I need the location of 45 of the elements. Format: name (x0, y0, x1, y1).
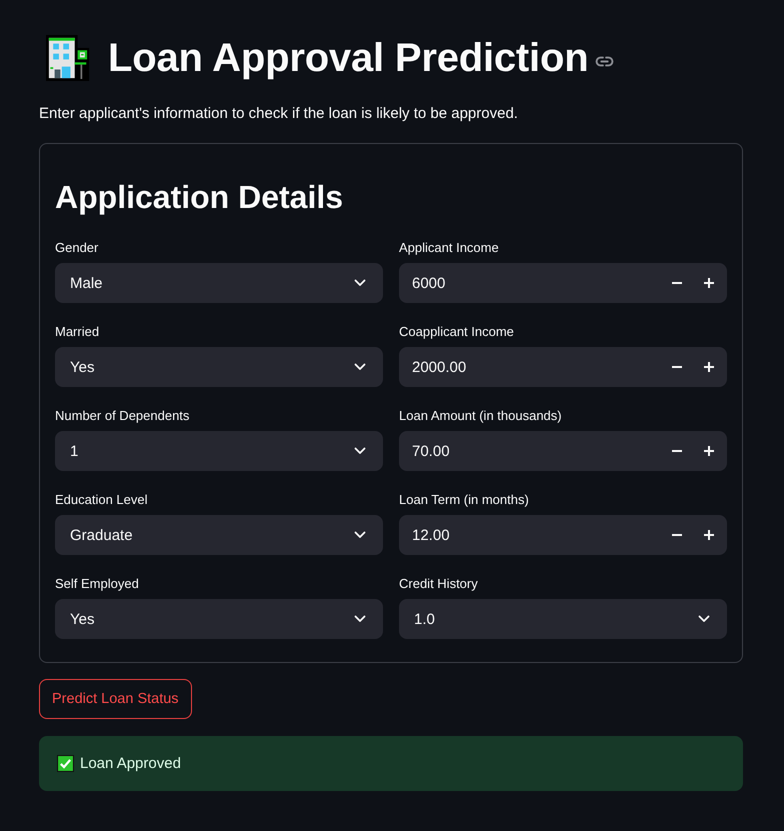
chevron-down-icon (354, 447, 366, 455)
select-dropdown[interactable]: Graduate (55, 515, 383, 555)
field-label: Number of Dependents (55, 407, 190, 424)
field-label: Credit History (399, 575, 479, 592)
chevron-down-icon (354, 531, 366, 539)
select-dropdown[interactable]: 1.0 (399, 599, 727, 639)
chevron-down-icon (354, 615, 366, 623)
select-dropdown[interactable]: Male (55, 263, 383, 303)
number-stepper[interactable]: 2000.00 (399, 347, 727, 387)
number-stepper[interactable]: 12.00 (399, 515, 727, 555)
office-building-icon (46, 35, 92, 81)
number-input[interactable]: 12.00 (412, 526, 661, 544)
minus-icon (672, 282, 682, 284)
predict-button[interactable]: Predict Loan Status (39, 679, 192, 719)
plus-icon (704, 278, 714, 288)
intro-text: Enter applicant's information to check if the loan is likely to be approved. (39, 104, 519, 124)
plus-icon (704, 530, 714, 540)
field-label: Coapplicant Income (399, 323, 515, 340)
select-dropdown[interactable]: Yes (55, 599, 383, 639)
plus-icon (704, 446, 714, 456)
minus-icon (672, 366, 682, 368)
result-text: Loan Approved (80, 755, 181, 772)
field-label: Married (55, 323, 100, 340)
number-input[interactable]: 70.00 (412, 442, 661, 460)
number-stepper[interactable]: 70.00 (399, 431, 727, 471)
field-label: Self Employed (55, 575, 140, 592)
field-label: Education Level (55, 491, 149, 508)
select-dropdown[interactable]: 1 (55, 431, 383, 471)
chevron-down-icon (698, 615, 710, 623)
check-mark-icon (57, 755, 74, 772)
number-stepper[interactable]: 6000 (399, 263, 727, 303)
chevron-down-icon (354, 279, 366, 287)
field-label: Loan Amount (in thousands) (399, 407, 563, 424)
number-input[interactable]: 2000.00 (412, 358, 661, 376)
field-label: Loan Term (in months) (399, 491, 530, 508)
minus-icon (672, 534, 682, 536)
select-dropdown[interactable]: Yes (55, 347, 383, 387)
minus-icon (672, 450, 682, 452)
page-title: Loan Approval Prediction (108, 35, 588, 82)
field-label: Applicant Income (399, 239, 500, 256)
field-label: Gender (55, 239, 100, 256)
chevron-down-icon (354, 363, 366, 371)
section-heading: Application Details (55, 178, 344, 216)
plus-icon (704, 362, 714, 372)
number-input[interactable]: 6000 (412, 274, 661, 292)
